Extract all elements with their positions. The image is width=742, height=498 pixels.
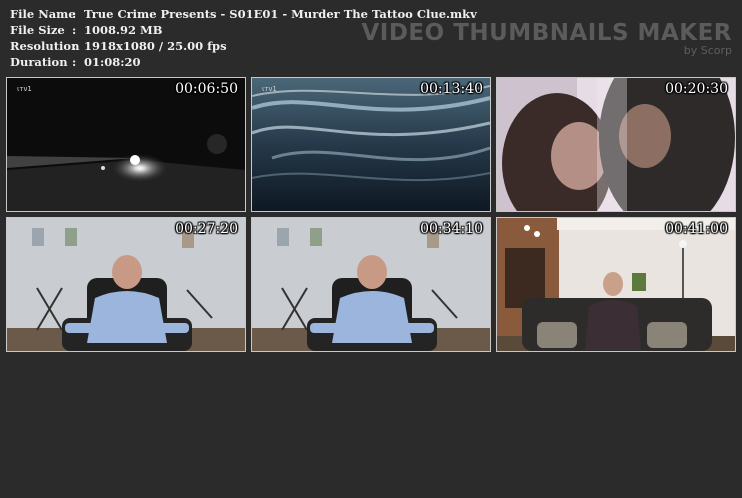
thumbnail-1[interactable]: ιтν1 00:06:50 — [6, 77, 246, 212]
thumbnail-6[interactable]: 00:41:00 — [496, 217, 736, 352]
brand-subtitle: by Scorp — [683, 44, 732, 57]
info-sep: : — [72, 55, 77, 69]
timestamp-label: 00:06:50 — [175, 81, 238, 97]
info-key: Duration — [10, 55, 68, 69]
info-sep: : — [72, 7, 77, 21]
channel-logo: ιтν1 — [262, 225, 277, 233]
thumbnail-image-living-room — [497, 218, 735, 351]
channel-logo: ιтν1 — [17, 225, 32, 233]
thumbnail-image-night-car — [7, 78, 245, 211]
thumbnail-5[interactable]: ιтν1 00:34:10 — [251, 217, 491, 352]
brand-title: VIDEO THUMBNAILS MAKER — [361, 20, 732, 46]
channel-logo: ιтν1 — [17, 85, 32, 93]
thumbnail-3[interactable]: 00:20:30 — [496, 77, 736, 212]
info-value: 1008.92 MB — [84, 23, 163, 37]
thumbnail-image-couple — [497, 78, 735, 211]
info-value: 01:08:20 — [84, 55, 141, 69]
thumbnail-2[interactable]: ιтν1 00:13:40 — [251, 77, 491, 212]
thumbnail-image-interview — [7, 218, 245, 351]
info-key: File Size — [10, 23, 65, 37]
timestamp-label: 00:13:40 — [420, 81, 483, 97]
info-key: Resolution — [10, 39, 80, 53]
info-sep: : — [72, 23, 77, 37]
timestamp-label: 00:20:30 — [665, 81, 728, 97]
info-key: File Name — [10, 7, 76, 21]
thumbnail-image-interview — [252, 218, 490, 351]
thumbnail-4[interactable]: ιтν1 00:27:20 — [6, 217, 246, 352]
info-value: 1918x1080 / 25.00 fps — [84, 39, 227, 53]
thumbnail-image-water — [252, 78, 490, 211]
timestamp-label: 00:34:10 — [420, 221, 483, 237]
info-sep: : — [72, 39, 77, 53]
timestamp-label: 00:41:00 — [665, 221, 728, 237]
channel-logo: ιтν1 — [262, 85, 277, 93]
brand-watermark: VIDEO THUMBNAILS MAKER by Scorp — [361, 20, 732, 57]
timestamp-label: 00:27:20 — [175, 221, 238, 237]
